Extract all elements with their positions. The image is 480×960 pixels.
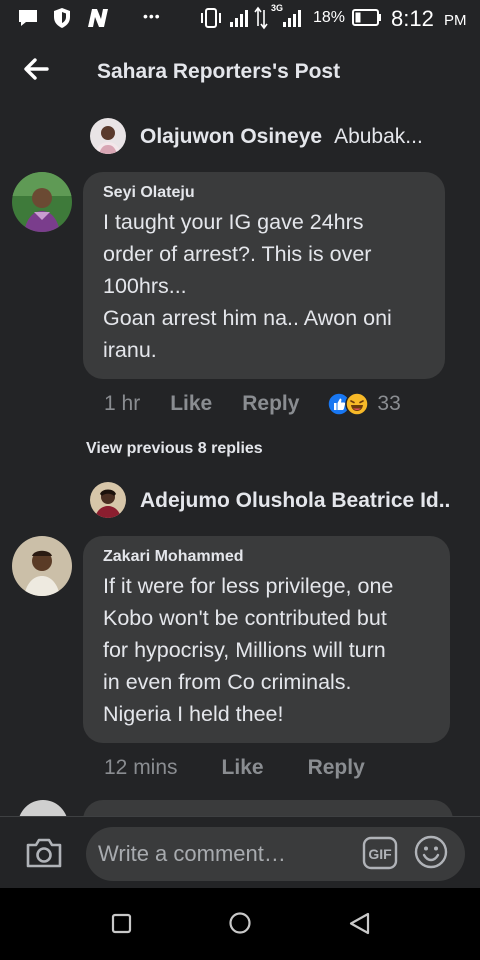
avatar-adejumo[interactable] [90,482,126,518]
profile-photo-icon [12,172,72,232]
shield-icon [54,8,70,28]
reaction-summary[interactable]: 33 [327,392,401,416]
comment-author[interactable]: Seyi Olateju [103,184,425,202]
square-icon [111,913,132,934]
data-transfer-icon [254,6,268,30]
smiley-icon [414,835,448,869]
like-button[interactable]: Like [222,756,264,780]
profile-photo-icon [90,482,126,518]
gif-button[interactable]: GIF [362,836,398,870]
vibrate-icon [201,8,221,28]
home-button[interactable] [227,910,255,938]
message-notification-icon [19,10,37,26]
battery-percent: 18% [313,9,346,26]
signal-strength-2-icon [283,10,301,27]
gif-icon: GIF [362,836,398,870]
page-title: Sahara Reporters's Post [97,60,341,83]
comment-actions-1: 1 hr Like Reply 33 [104,392,401,416]
reply-button[interactable]: Reply [308,756,365,780]
battery-icon [352,9,381,26]
reply-parent-row-2[interactable]: Adejumo Olushola Beatrice Id.. [140,481,450,521]
back-nav-button[interactable] [346,910,374,938]
like-button[interactable]: Like [170,392,212,416]
comment-input[interactable]: Write a comment… GIF [86,827,465,881]
app-header: Sahara Reporters's Post [0,38,480,106]
parent-author-name[interactable]: Adejumo Olushola Beatrice Id.. [140,489,450,513]
comment-text: If it were for less privilege, one Kobo … [103,574,394,726]
comment-bubble-1[interactable]: Seyi Olateju I taught your IG gave 24hrs… [83,172,445,379]
overflow-dots: ••• [143,8,161,24]
triangle-back-icon [349,912,370,935]
comment-actions-2: 12 mins Like Reply [104,756,365,780]
avatar-olajuwon[interactable] [90,118,126,154]
avatar-seyi-olateju[interactable] [12,172,72,232]
clock-time: 8:12 [391,6,434,31]
recents-button[interactable] [108,910,136,938]
gif-label: GIF [368,846,392,862]
camera-icon [26,838,62,868]
camera-button[interactable] [24,836,68,872]
emoji-button[interactable] [414,835,448,869]
profile-photo-icon [12,536,72,596]
comment-author[interactable]: Zakari Mohammed [103,548,430,566]
laugh-icon [345,392,370,416]
view-previous-replies-link[interactable]: View previous 8 replies [86,440,263,458]
comment-composer: Write a comment… GIF [0,816,480,888]
comment-text: I taught your IG gave 24hrs order of arr… [103,210,392,362]
clock-ampm: PM [444,12,467,29]
circle-icon [229,912,251,934]
signal-strength-icon [230,10,248,27]
comment-timestamp: 1 hr [104,392,141,415]
comment-bubble-2[interactable]: Zakari Mohammed If it were for less priv… [83,536,450,743]
system-navigation-bar [0,888,480,960]
app-logo-icon [88,9,108,27]
reply-button[interactable]: Reply [242,392,299,416]
parent-comment-snippet: Abubak... [334,125,423,148]
comment-timestamp: 12 mins [104,756,178,779]
parent-author-name[interactable]: Olajuwon Osineye [140,125,322,149]
reaction-count: 33 [377,392,401,415]
arrow-left-icon [24,58,49,80]
comment-input-placeholder: Write a comment… [98,841,286,866]
back-button[interactable] [16,52,56,86]
profile-photo-icon [90,118,126,154]
avatar-zakari-mohammed[interactable] [12,536,72,596]
reply-parent-row-1[interactable]: Olajuwon Osineye Abubak... [140,117,423,157]
status-bar: ••• 3G 18% 8:12 PM [0,0,480,38]
